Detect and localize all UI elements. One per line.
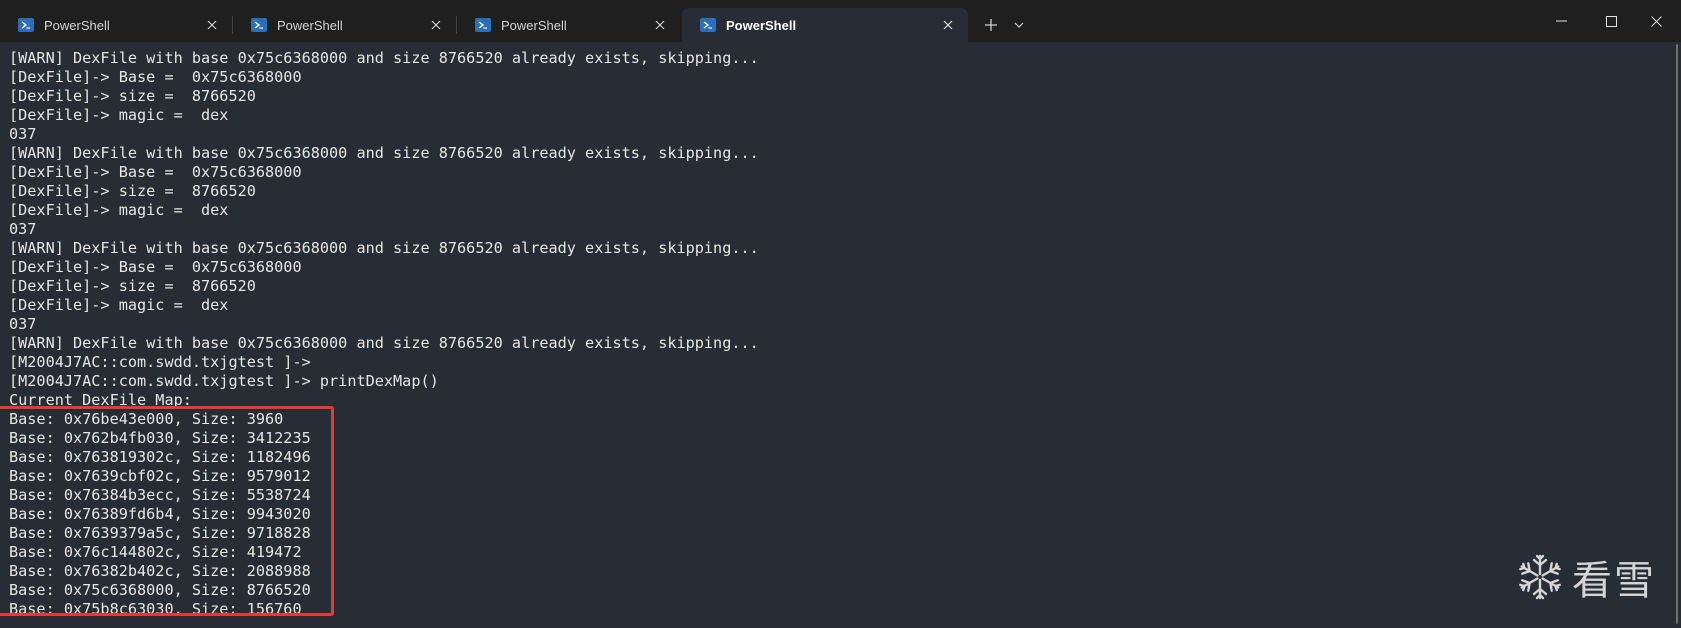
close-icon[interactable] <box>422 11 450 39</box>
tab-label: PowerShell <box>726 17 797 33</box>
terminal-line: [WARN] DexFile with base 0x75c6368000 an… <box>9 334 759 352</box>
terminal-line: [DexFile]-> magic = dex <box>9 201 229 219</box>
chevron-down-icon <box>1014 22 1024 28</box>
terminal-line: [DexFile]-> size = 8766520 <box>9 87 256 105</box>
minimize-icon <box>1555 20 1567 22</box>
minimize-button[interactable] <box>1538 0 1584 42</box>
title-bar: PowerShell PowerShell PowerShell PowerSh… <box>0 0 1681 42</box>
maximize-button[interactable] <box>1588 0 1634 42</box>
terminal-line: [WARN] DexFile with base 0x75c6368000 an… <box>9 49 759 67</box>
close-window-button[interactable] <box>1633 0 1679 42</box>
terminal-line: [DexFile]-> Base = 0x75c6368000 <box>9 258 302 276</box>
close-icon[interactable] <box>646 11 674 39</box>
terminal-line: [DexFile]-> size = 8766520 <box>9 182 256 200</box>
watermark: 看雪 <box>1516 548 1656 606</box>
new-tab-button[interactable] <box>976 12 1006 38</box>
terminal-line: [DexFile]-> size = 8766520 <box>9 277 256 295</box>
close-icon <box>1650 15 1662 27</box>
close-icon[interactable] <box>934 11 962 39</box>
tab-powershell-active[interactable]: PowerShell <box>682 8 968 42</box>
powershell-icon <box>18 18 34 32</box>
tab-dropdown-button[interactable] <box>1008 12 1030 38</box>
powershell-icon <box>251 18 267 32</box>
watermark-text: 看雪 <box>1572 558 1656 604</box>
tab-powershell-1[interactable]: PowerShell <box>0 8 232 42</box>
tab-label: PowerShell <box>501 17 567 33</box>
scrollbar[interactable] <box>1676 44 1678 624</box>
terminal-line: [DexFile]-> magic = dex <box>9 106 229 124</box>
tab-label: PowerShell <box>44 17 110 33</box>
highlight-annotation <box>0 406 334 616</box>
terminal-line: 037 <box>9 125 37 143</box>
tab-powershell-3[interactable]: PowerShell <box>457 8 680 42</box>
maximize-icon <box>1605 15 1617 27</box>
snowflake-icon <box>1517 554 1563 600</box>
terminal-line: [M2004J7AC::com.swdd.txjgtest ]-> printD… <box>9 372 439 390</box>
tab-powershell-2[interactable]: PowerShell <box>233 8 456 42</box>
terminal-line: 037 <box>9 315 37 333</box>
terminal-line: [WARN] DexFile with base 0x75c6368000 an… <box>9 144 759 162</box>
powershell-icon <box>700 18 716 32</box>
terminal-line: [DexFile]-> Base = 0x75c6368000 <box>9 68 302 86</box>
terminal-output[interactable]: [WARN] DexFile with base 0x75c6368000 an… <box>0 42 1681 628</box>
terminal-line: 037 <box>9 220 37 238</box>
terminal-line: [WARN] DexFile with base 0x75c6368000 an… <box>9 239 759 257</box>
terminal-line: [DexFile]-> magic = dex <box>9 296 229 314</box>
powershell-icon <box>475 18 491 32</box>
plus-icon <box>985 19 997 31</box>
terminal-line: [M2004J7AC::com.swdd.txjgtest ]-> <box>9 353 311 371</box>
terminal-line: [DexFile]-> Base = 0x75c6368000 <box>9 163 302 181</box>
tab-label: PowerShell <box>277 17 343 33</box>
close-icon[interactable] <box>198 11 226 39</box>
